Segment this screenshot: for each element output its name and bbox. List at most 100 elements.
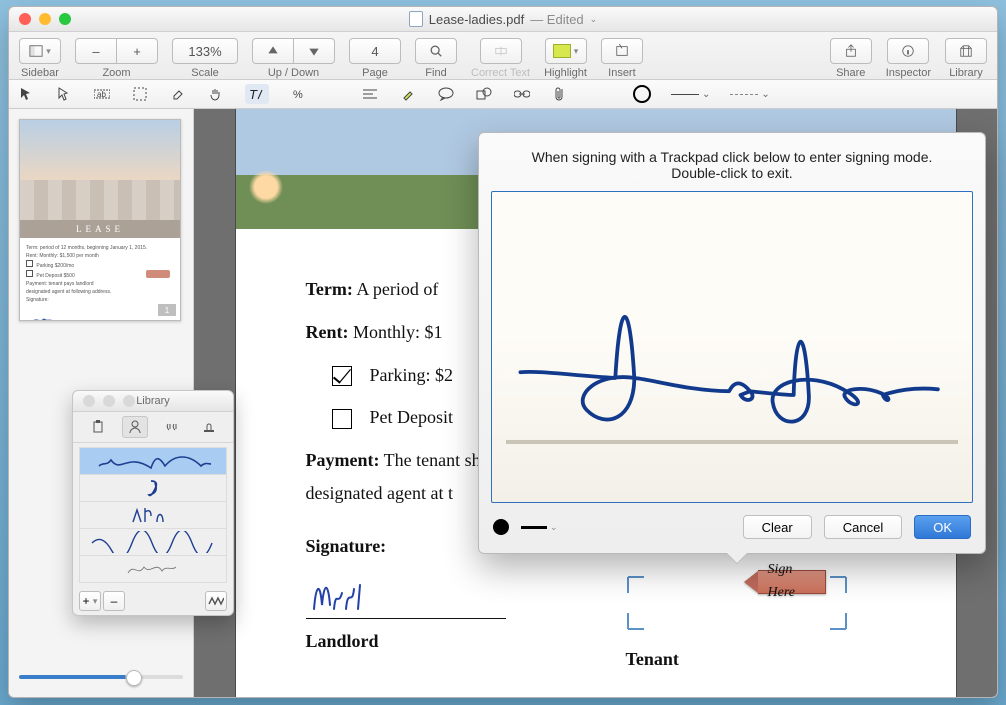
zoom-label: Zoom <box>102 67 130 79</box>
signature-label: Signature: <box>306 536 387 556</box>
library-panel[interactable]: Library + ▾ – <box>72 390 234 616</box>
share-button[interactable] <box>830 38 872 64</box>
rent-label: Rent: <box>306 322 349 342</box>
remove-signature-button[interactable]: – <box>103 591 125 611</box>
window-title[interactable]: Lease-ladies.pdf — Edited ⌄ <box>9 11 997 27</box>
opt-pet: Pet Deposit <box>370 407 454 427</box>
quote-icon[interactable] <box>159 416 185 438</box>
doc-name: Lease-ladies.pdf <box>429 12 524 27</box>
speech-bubble-icon[interactable] <box>437 85 455 103</box>
person-icon[interactable] <box>122 416 148 438</box>
clear-button[interactable]: Clear <box>743 515 812 539</box>
highlight-button[interactable]: ▾ <box>545 38 587 64</box>
eraser-icon[interactable] <box>169 85 187 103</box>
link-icon[interactable] <box>513 85 531 103</box>
popover-line1: When signing with a Trackpad click below… <box>503 149 961 165</box>
sticker-label: Sign Here <box>758 570 826 594</box>
edited-indicator: — Edited <box>530 12 583 27</box>
zigzag-button[interactable] <box>205 591 227 611</box>
strikethrough-icon[interactable]: % <box>289 85 307 103</box>
stroke-style-dropdown[interactable]: ⌄ <box>730 89 769 100</box>
signature-item-2[interactable] <box>79 475 227 502</box>
page-label: Page <box>362 67 388 79</box>
page-number-field[interactable]: 4 <box>349 38 401 64</box>
stroke-width-dropdown[interactable]: ⌄ <box>671 89 710 100</box>
popover-line2: Double-click to exit. <box>503 165 961 181</box>
sidebar-button[interactable]: ▾ <box>19 38 61 64</box>
highlight-label: Highlight <box>544 67 587 79</box>
library-label: Library <box>949 67 983 79</box>
landlord-label: Landlord <box>306 627 506 656</box>
clipboard-icon[interactable] <box>85 416 111 438</box>
landlord-signature-icon <box>306 575 426 615</box>
zoom-value[interactable]: 133% <box>172 38 238 64</box>
svg-text:T: T <box>249 87 258 101</box>
marquee-icon[interactable] <box>131 85 149 103</box>
find-label: Find <box>425 67 446 79</box>
drawn-signature-icon <box>492 192 972 486</box>
insert-label: Insert <box>608 67 636 79</box>
stamp-icon[interactable] <box>196 416 222 438</box>
term-text: A period of <box>353 279 439 299</box>
titlebar[interactable]: Lease-ladies.pdf — Edited ⌄ <box>9 7 997 32</box>
marker-icon[interactable] <box>399 85 417 103</box>
signature-item-1[interactable] <box>79 447 227 475</box>
payment-text2: designated agent at t <box>306 483 453 503</box>
library-title: Library <box>73 395 233 407</box>
pointer-icon[interactable] <box>55 85 73 103</box>
signature-item-3[interactable] <box>79 502 227 529</box>
text-select-icon[interactable]: ab <box>93 85 111 103</box>
tenant-label: Tenant <box>626 645 826 674</box>
signature-item-4[interactable] <box>79 529 227 556</box>
slider-knob-icon[interactable] <box>126 670 142 686</box>
inspector-button[interactable] <box>887 38 929 64</box>
svg-text:ab: ab <box>97 90 106 99</box>
sidebar-zoom-slider[interactable] <box>19 667 183 687</box>
thumb-page-number: 1 <box>158 304 176 316</box>
library-footer: + ▾ – <box>73 587 233 615</box>
main-toolbar: ▾ Sidebar – + Zoom 133% Scale <box>9 32 997 80</box>
sticker-icon <box>146 270 170 278</box>
scale-label: Scale <box>191 67 219 79</box>
page-thumbnail-1[interactable]: LEASE Term: period of 12 months, beginni… <box>19 119 181 321</box>
shapes-icon[interactable] <box>475 85 493 103</box>
add-signature-button[interactable]: + ▾ <box>79 591 101 611</box>
alignment-icon[interactable] <box>361 85 379 103</box>
zoom-out-button[interactable]: – <box>75 38 117 64</box>
insert-button[interactable] <box>601 38 643 64</box>
document-icon <box>409 11 423 27</box>
page-up-button[interactable] <box>252 38 294 64</box>
title-menu-chevron-icon[interactable]: ⌄ <box>590 14 598 25</box>
text-tool-icon[interactable]: T <box>245 84 269 104</box>
paperclip-icon[interactable] <box>551 85 569 103</box>
svg-text:%: % <box>293 89 303 101</box>
signature-canvas[interactable] <box>491 191 973 503</box>
stroke-color-swatch[interactable] <box>493 519 509 535</box>
hand-icon[interactable] <box>207 85 225 103</box>
page-down-button[interactable] <box>294 38 335 64</box>
opt-parking: Parking: $2 <box>370 365 454 385</box>
annotation-toolbar: ab T % ⌄ ⌄ <box>9 80 997 109</box>
popover-instructions: When signing with a Trackpad click below… <box>479 133 985 191</box>
payment-label: Payment: <box>306 450 380 470</box>
arrow-left-icon <box>744 571 758 593</box>
cursor-tool-icon[interactable] <box>17 85 35 103</box>
inspector-label: Inspector <box>886 67 931 79</box>
pet-checkbox[interactable] <box>332 409 352 429</box>
landlord-signature-slot: Landlord <box>306 575 506 674</box>
stroke-color-icon[interactable] <box>633 85 651 103</box>
library-button[interactable] <box>945 38 987 64</box>
stroke-width-picker[interactable]: ⌄ <box>521 522 558 533</box>
cancel-button[interactable]: Cancel <box>824 515 902 539</box>
ok-button[interactable]: OK <box>914 515 971 539</box>
sidebar-label: Sidebar <box>21 67 59 79</box>
find-button[interactable] <box>415 38 457 64</box>
zoom-in-button[interactable]: + <box>117 38 158 64</box>
signature-item-5[interactable] <box>79 556 227 583</box>
correct-text-button <box>480 38 522 64</box>
updown-label: Up / Down <box>268 67 319 79</box>
sign-here-sticker[interactable]: Sign Here <box>744 571 826 593</box>
tenant-signature-slot: Sign Here Tenant <box>626 575 826 674</box>
share-label: Share <box>836 67 865 79</box>
parking-checkbox[interactable] <box>332 366 352 386</box>
